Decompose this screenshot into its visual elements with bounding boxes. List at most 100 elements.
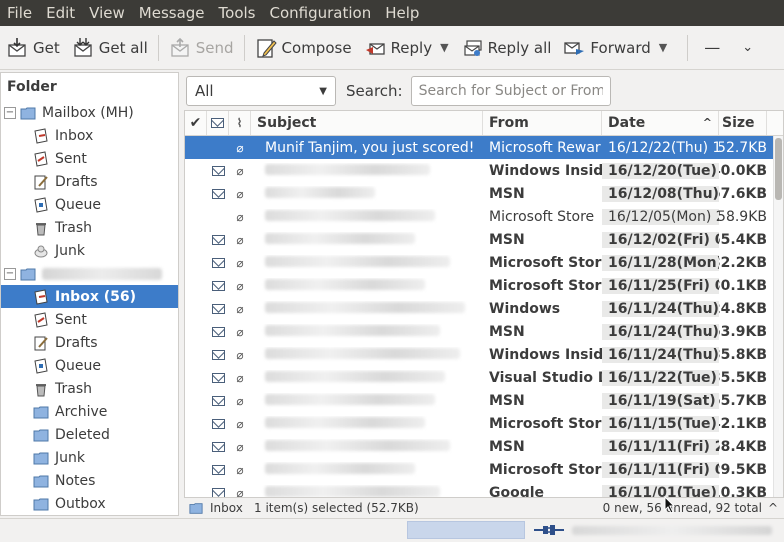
column-check[interactable]: ✔	[185, 111, 207, 135]
table-row[interactable]: ⌀ Visual Studio De16/11/22(Tue) 235.5KB	[185, 366, 783, 389]
account-imap[interactable]: −	[1, 262, 178, 285]
message-list: ✔ ⌇ Subject From Date ^ Size ⌀ Munif Tanj…	[184, 110, 784, 498]
menu-file[interactable]: File	[0, 0, 39, 26]
table-row[interactable]: ⌀ Microsoft Store 16/12/05(Mon) 2 58.9KB	[185, 205, 783, 228]
menu-edit[interactable]: Edit	[39, 0, 82, 26]
row-date: 16/12/08(Thu) 1	[602, 185, 719, 202]
table-row[interactable]: ⌀ MSN 16/11/24(Thu) 053.9KB	[185, 320, 783, 343]
table-row[interactable]: ⌀ Munif Tanjim, you just scored! Microsoft…	[185, 136, 783, 159]
reply-all-label: Reply all	[487, 38, 552, 57]
folder-item-drafts[interactable]: Drafts	[1, 170, 178, 193]
row-status-cell	[207, 163, 229, 179]
column-mark[interactable]	[207, 111, 229, 135]
column-attachment[interactable]: ⌇	[229, 111, 251, 135]
menu-help[interactable]: Help	[378, 0, 426, 26]
collapse-toggle-icon[interactable]: −	[4, 267, 16, 280]
row-attachment-cell: ⌀	[229, 439, 251, 455]
column-size[interactable]: Size	[719, 111, 767, 135]
online-plug-icon[interactable]	[534, 522, 564, 538]
table-row[interactable]: ⌀ Microsoft Store16/11/11(Fri) 029.5KB	[185, 458, 783, 481]
folder-label: Drafts	[55, 173, 98, 190]
row-from: MSN	[489, 392, 525, 409]
compose-button[interactable]: Compose	[249, 30, 358, 66]
table-row[interactable]: ⌀ MSN 16/11/11(Fri) 258.4KB	[185, 435, 783, 458]
unread-envelope-icon	[211, 441, 225, 452]
get-all-button[interactable]: Get all	[66, 30, 154, 66]
row-status-cell	[207, 347, 229, 363]
table-row[interactable]: ⌀ Microsoft Store16/11/15(Tue) 142.1KB	[185, 412, 783, 435]
table-row[interactable]: ⌀ Windows 16/11/24(Thu) 124.8KB	[185, 297, 783, 320]
reply-dropdown-icon[interactable]: ▼	[440, 41, 448, 54]
folder-item-inbox[interactable]: Inbox (56)	[1, 285, 178, 308]
row-subject: Munif Tanjim, you just scored!	[265, 139, 475, 156]
folder-item-junk[interactable]: Junk	[1, 239, 178, 262]
forward-dropdown-icon[interactable]: ▼	[659, 41, 667, 54]
forward-button[interactable]: Forward ▼	[557, 30, 673, 66]
table-row[interactable]: ⌀ MSN 16/12/08(Thu) 157.6KB	[185, 182, 783, 205]
table-row[interactable]: ⌀ Google 16/11/01(Tue) 010.3KB	[185, 481, 783, 497]
folder-item-outbox[interactable]: Outbox	[1, 492, 178, 515]
row-status-cell	[207, 186, 229, 202]
menu-tools[interactable]: Tools	[212, 0, 263, 26]
account-name-redacted	[42, 267, 162, 280]
folder-item-notes[interactable]: Notes	[1, 469, 178, 492]
folder-item-inbox[interactable]: Inbox	[1, 124, 178, 147]
toolbar-more-button[interactable]: ⌄	[732, 30, 763, 66]
search-input[interactable]	[410, 76, 611, 106]
row-status-cell	[207, 416, 229, 432]
folder-icon	[20, 266, 36, 282]
reply-button[interactable]: Reply ▼	[358, 30, 455, 66]
unread-envelope-icon	[211, 372, 225, 383]
row-subject	[251, 439, 483, 455]
folder-item-archive[interactable]: Archive	[1, 400, 178, 423]
folder-item-trash[interactable]: Trash	[1, 377, 178, 400]
folder-item-sent[interactable]: Sent	[1, 308, 178, 331]
inbox-icon	[33, 288, 49, 305]
table-row[interactable]: ⌀ Windows Insider16/12/20(Tue) 040.0KB	[185, 159, 783, 182]
table-row[interactable]: ⌀ Microsoft Store16/11/28(Mon) 232.2KB	[185, 251, 783, 274]
table-row[interactable]: ⌀ Windows Insider16/11/24(Thu) 035.8KB	[185, 343, 783, 366]
menu-message[interactable]: Message	[132, 0, 212, 26]
reply-all-button[interactable]: Reply all	[455, 30, 558, 66]
row-status-cell	[207, 462, 229, 478]
toolbar-minimize-button[interactable]: —	[692, 30, 732, 66]
paperclip-icon: ⌀	[236, 232, 244, 247]
redacted-subject	[265, 485, 440, 497]
row-date: 16/11/25(Fri) 0	[602, 277, 719, 294]
send-button[interactable]: Send	[163, 30, 240, 66]
table-row[interactable]: ⌀ MSN 16/12/02(Fri) 055.4KB	[185, 228, 783, 251]
get-button[interactable]: Get	[0, 30, 66, 66]
column-date[interactable]: Date ^	[602, 111, 719, 135]
folder-item-queue[interactable]: Queue	[1, 193, 178, 216]
row-date: 16/11/01(Tue) 0	[602, 484, 719, 497]
account-mailbox-mh[interactable]: − Mailbox (MH)	[1, 101, 178, 124]
unread-envelope-icon	[211, 464, 225, 475]
folder-item-deleted[interactable]: Deleted	[1, 423, 178, 446]
trash-icon	[33, 381, 49, 397]
folder-item-junk[interactable]: Junk	[1, 446, 178, 469]
folder-item-trash[interactable]: Trash	[1, 216, 178, 239]
row-attachment-cell: ⌀	[229, 370, 251, 386]
row-date: 16/11/28(Mon) 2	[602, 254, 719, 271]
filter-select[interactable]: All ▼	[186, 76, 336, 106]
menu-configuration[interactable]: Configuration	[262, 0, 378, 26]
column-subject[interactable]: Subject	[251, 111, 483, 135]
chevron-up-icon[interactable]: ^	[768, 501, 778, 515]
folder-item-sent[interactable]: Sent	[1, 147, 178, 170]
folder-item-queue[interactable]: Queue	[1, 354, 178, 377]
status-counts: 0 new, 56 unread, 92 total	[602, 501, 762, 515]
scrollbar-thumb[interactable]	[775, 138, 782, 200]
folder-item-drafts[interactable]: Drafts	[1, 331, 178, 354]
table-row[interactable]: ⌀ Microsoft Store16/11/25(Fri) 030.1KB	[185, 274, 783, 297]
row-date: 16/11/24(Thu) 1	[602, 300, 719, 317]
folder-icon	[33, 427, 49, 443]
redacted-subject	[265, 416, 425, 428]
column-from[interactable]: From	[483, 111, 602, 135]
collapse-toggle-icon[interactable]: −	[4, 106, 16, 119]
message-list-scrollbar[interactable]	[773, 136, 783, 497]
menu-view[interactable]: View	[82, 0, 132, 26]
table-row[interactable]: ⌀ MSN 16/11/19(Sat) 055.7KB	[185, 389, 783, 412]
row-date: 16/12/22(Thu) 15	[602, 139, 719, 156]
folder-panel-header: Folder	[7, 79, 57, 95]
row-size: 55.4KB	[719, 231, 767, 248]
